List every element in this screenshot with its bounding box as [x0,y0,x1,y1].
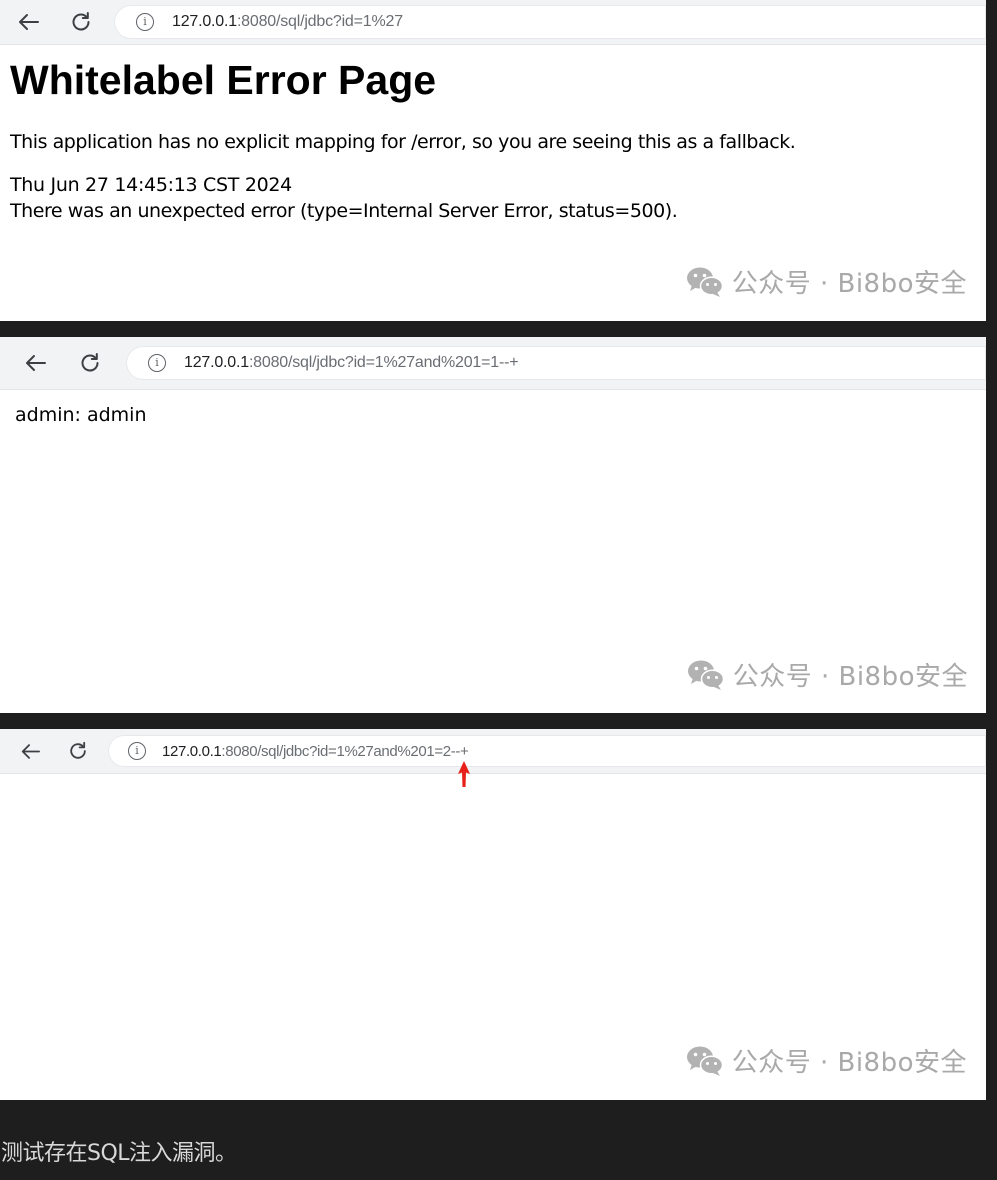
back-button[interactable] [20,348,50,378]
url-text: 127.0.0.1:8080/sql/jdbc?id=1%27and%201=2… [162,742,469,760]
browser-toolbar: i 127.0.0.1:8080/sql/jdbc?id=1%27 [0,0,986,45]
browser-toolbar: i 127.0.0.1:8080/sql/jdbc?id=1%27and%201… [0,729,986,774]
watermark: 公众号 · Bi8bo安全 [686,1042,967,1079]
url-path: :8080/sql/jdbc?id=1%27and%201=2--+ [221,742,469,760]
article-caption: 测试存在SQL注入漏洞。 [1,1141,237,1166]
url-path: :8080/sql/jdbc?id=1%27and%201=1--+ [248,354,519,371]
error-message: This application has no explicit mapping… [10,131,796,153]
reload-button[interactable] [63,736,93,766]
error-title: Whitelabel Error Page [10,57,437,103]
watermark-text: 公众号 · Bi8bo安全 [731,269,967,299]
reload-icon [70,741,86,759]
info-icon[interactable]: i [136,13,154,31]
watermark: 公众号 · Bi8bo安全 [686,263,967,300]
url-text: 127.0.0.1:8080/sql/jdbc?id=1%27 [172,13,403,31]
watermark-text: 公众号 · Bi8bo安全 [732,662,968,692]
reload-button[interactable] [66,7,96,37]
wechat-icon [686,1046,723,1076]
wechat-icon [687,660,724,690]
back-button[interactable] [15,736,45,766]
url-host: 127.0.0.1 [162,742,222,760]
url-host: 127.0.0.1 [172,13,237,30]
red-arrow-icon [458,761,470,787]
url-text: 127.0.0.1:8080/sql/jdbc?id=1%27and%201=1… [184,354,519,372]
browser-toolbar: i 127.0.0.1:8080/sql/jdbc?id=1%27and%201… [0,337,986,390]
error-detail: There was an unexpected error (type=Inte… [10,200,678,222]
back-arrow-icon [19,14,39,30]
query-result: admin: admin [15,404,147,426]
info-icon[interactable]: i [128,742,146,760]
info-icon[interactable]: i [148,354,166,372]
wechat-icon [686,267,723,297]
address-bar[interactable]: i 127.0.0.1:8080/sql/jdbc?id=1%27 [114,5,986,39]
back-arrow-icon [21,743,40,759]
watermark-text: 公众号 · Bi8bo安全 [731,1048,967,1078]
url-path: :8080/sql/jdbc?id=1%27 [236,13,403,30]
back-button[interactable] [13,7,43,37]
back-arrow-icon [26,355,46,371]
reload-button[interactable] [75,348,105,378]
reload-icon [72,12,90,31]
reload-icon [81,353,99,372]
url-host: 127.0.0.1 [184,354,249,371]
address-bar[interactable]: i 127.0.0.1:8080/sql/jdbc?id=1%27and%201… [108,735,986,767]
watermark: 公众号 · Bi8bo安全 [687,656,968,693]
error-timestamp: Thu Jun 27 14:45:13 CST 2024 [10,174,292,196]
address-bar[interactable]: i 127.0.0.1:8080/sql/jdbc?id=1%27and%201… [126,346,986,380]
article-page: i 127.0.0.1:8080/sql/jdbc?id=1%27 Whitel… [0,0,997,1180]
